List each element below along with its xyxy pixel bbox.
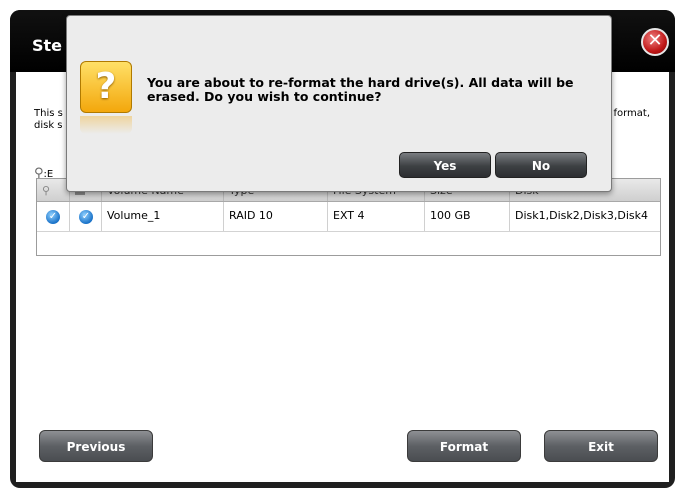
question-icon: ? xyxy=(80,61,132,113)
row-key-check[interactable]: ✓ xyxy=(37,202,69,231)
cell-file-system: EXT 4 xyxy=(327,202,424,231)
cell-type: RAID 10 xyxy=(223,202,327,231)
exit-button[interactable]: Exit xyxy=(544,430,658,462)
window-title: Ste xyxy=(32,36,63,55)
description-right-text: format, xyxy=(613,108,650,119)
question-icon-reflection xyxy=(80,116,132,134)
cell-volume-name: Volume_1 xyxy=(101,202,223,231)
cell-size: 100 GB xyxy=(424,202,509,231)
yes-button[interactable]: Yes xyxy=(399,152,491,178)
table-row[interactable]: ✓ ✓ Volume_1 RAID 10 EXT 4 100 GB Disk1,… xyxy=(37,202,660,232)
dialog-message: You are about to re-format the hard driv… xyxy=(147,75,574,104)
no-button[interactable]: No xyxy=(495,152,587,178)
header-key-icon: ⚲ xyxy=(42,184,51,197)
previous-button[interactable]: Previous xyxy=(39,430,153,462)
close-icon[interactable]: ✕ xyxy=(641,28,669,56)
check-icon: ✓ xyxy=(46,210,60,224)
confirm-dialog: ? You are about to re-format the hard dr… xyxy=(66,15,612,192)
format-button[interactable]: Format xyxy=(407,430,521,462)
cell-disk: Disk1,Disk2,Disk3,Disk4 xyxy=(509,202,660,231)
row-select-checkbox[interactable]: ✓ xyxy=(69,202,101,231)
check-icon: ✓ xyxy=(79,210,93,224)
